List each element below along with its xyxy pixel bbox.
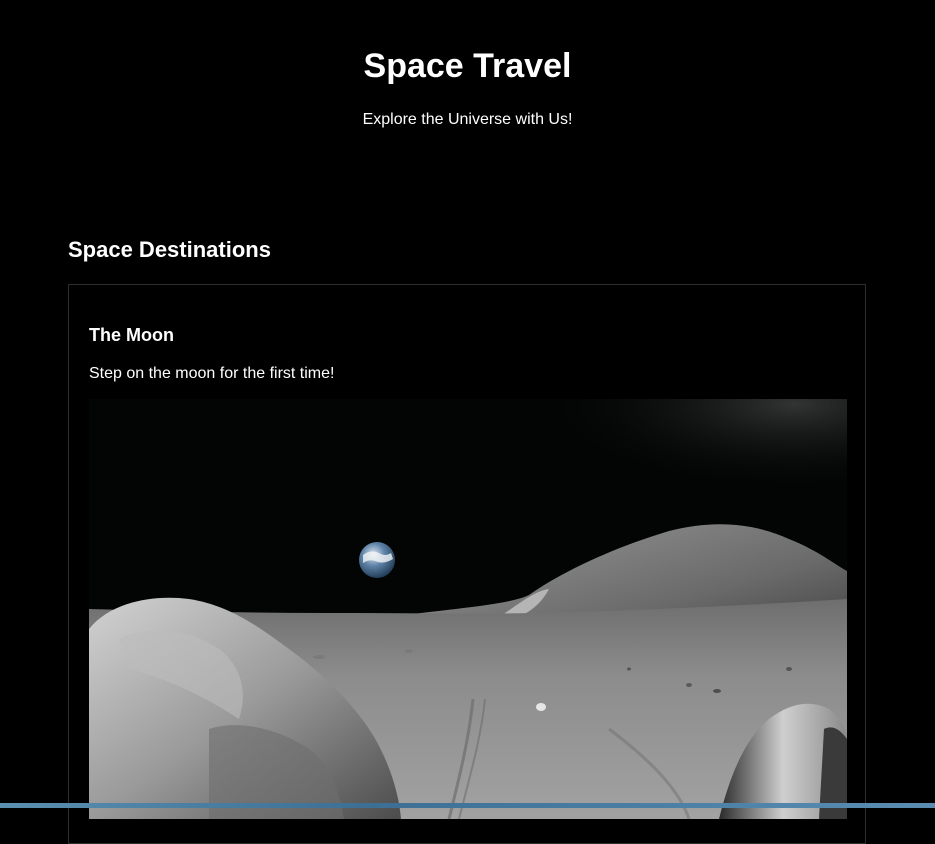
destination-card-description: Step on the moon for the first time!: [89, 365, 335, 382]
section-title-destinations: Space Destinations: [68, 237, 271, 262]
site-tagline: Explore the Universe with Us!: [362, 111, 573, 128]
moon-surface-image: [89, 399, 847, 819]
destination-card-moon[interactable]: The Moon Step on the moon for the first …: [68, 284, 866, 844]
site-title: Space Travel: [363, 47, 572, 85]
destination-card-title: The Moon: [89, 325, 174, 345]
bottom-accent-bar: [0, 803, 935, 808]
